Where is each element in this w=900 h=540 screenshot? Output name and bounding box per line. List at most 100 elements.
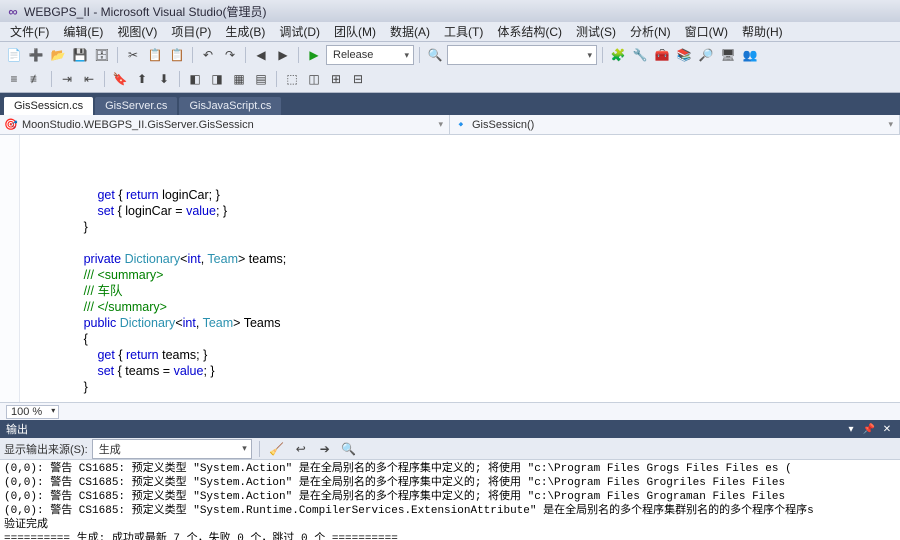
bookmark-prev-icon[interactable]: ⬆ bbox=[132, 69, 152, 89]
redo-icon[interactable]: ↷ bbox=[220, 45, 240, 65]
type-nav-text: MoonStudio.WEBGPS_II.GisServer.GisSessic… bbox=[22, 119, 254, 131]
bookmark-next-icon[interactable]: ⬇ bbox=[154, 69, 174, 89]
uncomment-icon[interactable]: ≢ bbox=[26, 69, 46, 89]
menu-item-3[interactable]: 项目(P) bbox=[165, 21, 217, 42]
toolbox-icon[interactable]: 🧰 bbox=[652, 45, 672, 65]
titlebar: ∞ WEBGPS_II - Microsoft Visual Studio(管理… bbox=[0, 0, 900, 22]
server-explorer-icon[interactable]: 🖥 bbox=[718, 45, 738, 65]
output-goto-icon[interactable]: ➔ bbox=[315, 439, 335, 459]
menu-item-0[interactable]: 文件(F) bbox=[4, 21, 55, 42]
code-area[interactable]: get { return loginCar; } set { loginCar … bbox=[0, 135, 900, 402]
add-item-icon[interactable]: ➕ bbox=[26, 45, 46, 65]
open-icon[interactable]: 📂 bbox=[48, 45, 68, 65]
toolbar-area: 📄 ➕ 📂 💾 🗄 ✂ 📋 📋 ↶ ↷ ◀ ▶ ▶ Release 🔍 🧩 🔧 … bbox=[0, 42, 900, 93]
menu-item-12[interactable]: 窗口(W) bbox=[679, 21, 734, 42]
type-nav-combo[interactable]: 🎯 MoonStudio.WEBGPS_II.GisServer.GisSess… bbox=[0, 115, 450, 134]
method-icon: 🔹 bbox=[454, 118, 468, 132]
code-line: /// <summary> bbox=[28, 267, 900, 283]
vs-logo-icon: ∞ bbox=[6, 4, 20, 18]
menu-item-10[interactable]: 测试(S) bbox=[570, 21, 622, 42]
code-line: { bbox=[28, 331, 900, 347]
editor-footer: 100 % bbox=[0, 402, 900, 420]
document-tab-0[interactable]: GisSessicn.cs bbox=[4, 97, 93, 115]
nav-back-icon[interactable]: ◀ bbox=[251, 45, 271, 65]
panel-close-icon[interactable]: ✕ bbox=[880, 422, 894, 436]
start-icon[interactable]: ▶ bbox=[304, 45, 324, 65]
editor-gutter bbox=[0, 135, 20, 402]
indent-icon[interactable]: ⇥ bbox=[57, 69, 77, 89]
toolbar-row-1: 📄 ➕ 📂 💾 🗄 ✂ 📋 📋 ↶ ↷ ◀ ▶ ▶ Release 🔍 🧩 🔧 … bbox=[4, 44, 896, 66]
zoom-combo[interactable]: 100 % bbox=[6, 405, 59, 419]
find-icon[interactable]: 🔍 bbox=[425, 45, 445, 65]
comment-icon[interactable]: ≡ bbox=[4, 69, 24, 89]
output-header[interactable]: 输出 ▾ 📌 ✕ bbox=[0, 420, 900, 438]
copy-icon[interactable]: 📋 bbox=[145, 45, 165, 65]
code-line bbox=[28, 235, 900, 251]
new-project-icon[interactable]: 📄 bbox=[4, 45, 24, 65]
configuration-combo[interactable]: Release bbox=[326, 45, 414, 65]
menu-item-5[interactable]: 调试(D) bbox=[273, 21, 326, 42]
panel-menu-icon[interactable]: ▾ bbox=[844, 422, 858, 436]
code-nav-bar: 🎯 MoonStudio.WEBGPS_II.GisServer.GisSess… bbox=[0, 115, 900, 135]
tb-misc7-icon[interactable]: ⊞ bbox=[326, 69, 346, 89]
output-text[interactable]: (0,0): 警告 CS1685: 预定义类型 "System.Action" … bbox=[0, 460, 900, 540]
find-combo[interactable] bbox=[447, 45, 597, 65]
code-line: public Dictionary<int, Team> Teams bbox=[28, 315, 900, 331]
tb-misc6-icon[interactable]: ◫ bbox=[304, 69, 324, 89]
tb-misc5-icon[interactable]: ⬚ bbox=[282, 69, 302, 89]
output-clear-icon[interactable]: 🧹 bbox=[267, 439, 287, 459]
menu-item-4[interactable]: 生成(B) bbox=[219, 21, 271, 42]
code-line: set { teams = value; } bbox=[28, 363, 900, 379]
nav-fwd-icon[interactable]: ▶ bbox=[273, 45, 293, 65]
panel-pin-icon[interactable]: 📌 bbox=[862, 422, 876, 436]
output-find-icon[interactable]: 🔍 bbox=[339, 439, 359, 459]
save-icon[interactable]: 💾 bbox=[70, 45, 90, 65]
cut-icon[interactable]: ✂ bbox=[123, 45, 143, 65]
window-title: WEBGPS_II - Microsoft Visual Studio(管理员) bbox=[24, 3, 267, 20]
bookmark-icon[interactable]: 🔖 bbox=[110, 69, 130, 89]
team-explorer-icon[interactable]: 👥 bbox=[740, 45, 760, 65]
code-line: /// </summary> bbox=[28, 299, 900, 315]
outdent-icon[interactable]: ⇤ bbox=[79, 69, 99, 89]
menu-item-8[interactable]: 工具(T) bbox=[438, 21, 489, 42]
document-tab-2[interactable]: GisJavaScript.cs bbox=[179, 97, 281, 115]
toolbar-row-2: ≡ ≢ ⇥ ⇤ 🔖 ⬆ ⬇ ◧ ◨ ▦ ▤ ⬚ ◫ ⊞ ⊟ bbox=[4, 68, 896, 90]
save-all-icon[interactable]: 🗄 bbox=[92, 45, 112, 65]
class-view-icon[interactable]: 📚 bbox=[674, 45, 694, 65]
document-tab-1[interactable]: GisServer.cs bbox=[95, 97, 177, 115]
code-line: /// 车队 bbox=[28, 283, 900, 299]
tb-misc3-icon[interactable]: ▦ bbox=[229, 69, 249, 89]
tb-misc1-icon[interactable]: ◧ bbox=[185, 69, 205, 89]
paste-icon[interactable]: 📋 bbox=[167, 45, 187, 65]
menu-item-9[interactable]: 体系结构(C) bbox=[491, 21, 568, 42]
tb-misc8-icon[interactable]: ⊟ bbox=[348, 69, 368, 89]
code-line: private Dictionary<int, Team> teams; bbox=[28, 251, 900, 267]
class-icon: 🎯 bbox=[4, 118, 18, 132]
solution-explorer-icon[interactable]: 🧩 bbox=[608, 45, 628, 65]
menu-item-1[interactable]: 编辑(E) bbox=[57, 21, 109, 42]
menu-item-7[interactable]: 数据(A) bbox=[384, 21, 436, 42]
code-line: } bbox=[28, 219, 900, 235]
document-tabstrip: GisSessicn.csGisServer.csGisJavaScript.c… bbox=[0, 93, 900, 115]
object-browser-icon[interactable]: 🔎 bbox=[696, 45, 716, 65]
code-line: } bbox=[28, 379, 900, 395]
menu-bar: 文件(F)编辑(E)视图(V)项目(P)生成(B)调试(D)团队(M)数据(A)… bbox=[0, 22, 900, 42]
menu-item-2[interactable]: 视图(V) bbox=[111, 21, 163, 42]
output-panel: 输出 ▾ 📌 ✕ 显示输出来源(S): 生成 🧹 ↩ ➔ 🔍 (0,0): 警告… bbox=[0, 420, 900, 540]
menu-item-6[interactable]: 团队(M) bbox=[328, 21, 382, 42]
output-source-combo[interactable]: 生成 bbox=[92, 439, 252, 459]
output-toolbar: 显示输出来源(S): 生成 🧹 ↩ ➔ 🔍 bbox=[0, 438, 900, 460]
code-editor: get { return loginCar; } set { loginCar … bbox=[0, 135, 900, 420]
tb-misc4-icon[interactable]: ▤ bbox=[251, 69, 271, 89]
code-line: get { return loginCar; } bbox=[28, 187, 900, 203]
tb-misc2-icon[interactable]: ◨ bbox=[207, 69, 227, 89]
menu-item-11[interactable]: 分析(N) bbox=[624, 21, 677, 42]
code-line: set { loginCar = value; } bbox=[28, 203, 900, 219]
undo-icon[interactable]: ↶ bbox=[198, 45, 218, 65]
member-nav-combo[interactable]: 🔹 GisSessicn() bbox=[450, 115, 900, 134]
member-nav-text: GisSessicn() bbox=[472, 119, 534, 131]
menu-item-13[interactable]: 帮助(H) bbox=[736, 21, 789, 42]
code-line bbox=[28, 395, 900, 402]
properties-icon[interactable]: 🔧 bbox=[630, 45, 650, 65]
output-wordwrap-icon[interactable]: ↩ bbox=[291, 439, 311, 459]
